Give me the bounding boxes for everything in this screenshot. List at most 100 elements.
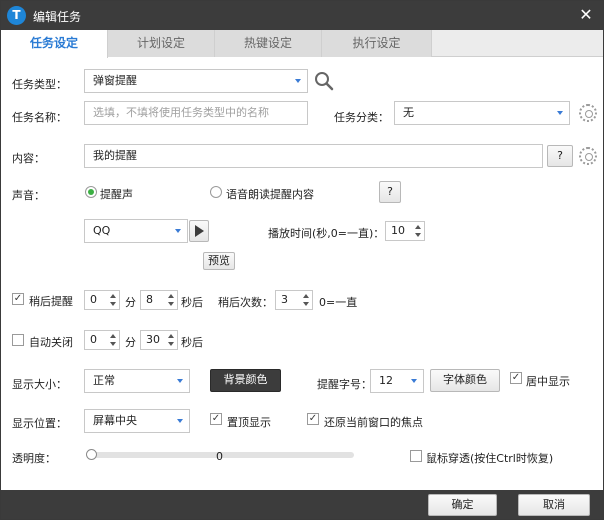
chevron-down-icon xyxy=(177,379,183,383)
snooze-minutes-spinner[interactable]: 0 xyxy=(84,290,120,310)
snooze-count-value: 3 xyxy=(281,293,288,306)
auto-close-minutes-spinner[interactable]: 0 xyxy=(84,330,120,350)
play-icon xyxy=(195,225,204,237)
display-position-select[interactable]: 屏幕中央 xyxy=(84,409,190,433)
spin-up-icon[interactable] xyxy=(168,294,174,298)
center-display-checkbox[interactable]: ✓ xyxy=(510,372,522,384)
mouse-passthrough-label: 鼠标穿透(按住Ctrl时恢复) xyxy=(426,452,554,465)
font-size-select[interactable]: 12 xyxy=(370,369,424,393)
search-icon[interactable] xyxy=(313,70,335,92)
chevron-down-icon xyxy=(175,229,181,233)
content-settings-gear-icon[interactable] xyxy=(579,147,597,165)
content-help-button[interactable]: ? xyxy=(547,145,573,167)
sound-tone-value: QQ xyxy=(93,224,111,237)
spin-down-icon[interactable] xyxy=(168,302,174,306)
tab-task-settings[interactable]: 任务设定 xyxy=(1,30,108,58)
spin-up-icon[interactable] xyxy=(110,334,116,338)
content-label: 内容： xyxy=(12,152,45,165)
snooze-checkbox[interactable]: ✓ xyxy=(12,293,24,305)
cancel-button[interactable]: 取消 xyxy=(518,494,590,516)
display-size-select[interactable]: 正常 xyxy=(84,369,190,393)
always-on-top-checkbox[interactable]: ✓ xyxy=(210,413,222,425)
ok-button[interactable]: 确定 xyxy=(428,494,497,516)
spin-down-icon[interactable] xyxy=(415,233,421,237)
tab-hotkey-settings[interactable]: 热键设定 xyxy=(215,30,322,57)
spin-up-icon[interactable] xyxy=(415,225,421,229)
auto-close-seconds-unit: 秒后 xyxy=(181,336,203,349)
sound-label: 声音： xyxy=(12,189,45,202)
restore-focus-checkbox[interactable]: ✓ xyxy=(307,413,319,425)
dialog-footer: 确定 取消 xyxy=(1,490,603,519)
tab-execution-settings[interactable]: 执行设定 xyxy=(322,30,432,57)
always-on-top-label: 置顶显示 xyxy=(227,416,271,429)
snooze-minutes-value: 0 xyxy=(90,293,97,306)
play-duration-value: 10 xyxy=(391,224,405,237)
snooze-minutes-unit: 分 xyxy=(125,296,136,309)
display-size-value: 正常 xyxy=(93,374,115,387)
font-size-value: 12 xyxy=(379,374,393,387)
task-category-select[interactable]: 无 xyxy=(394,101,570,125)
title-bar: T 编辑任务 ✕ xyxy=(1,1,603,30)
play-duration-label: 播放时间(秒,0=一直)： xyxy=(268,227,385,240)
category-settings-gear-icon[interactable] xyxy=(579,104,597,122)
opacity-value: 0 xyxy=(216,450,223,463)
sound-tone-label: 提醒声 xyxy=(100,188,133,201)
snooze-label: 稍后提醒 xyxy=(29,295,73,308)
task-category-label: 任务分类： xyxy=(334,111,389,124)
spin-down-icon[interactable] xyxy=(110,342,116,346)
auto-close-minutes-unit: 分 xyxy=(125,336,136,349)
spin-down-icon[interactable] xyxy=(110,302,116,306)
sound-tts-radio[interactable] xyxy=(210,186,222,198)
tab-bar: 任务设定 计划设定 热键设定 执行设定 xyxy=(1,30,603,58)
snooze-seconds-spinner[interactable]: 8 xyxy=(140,290,178,310)
edit-task-dialog: T 编辑任务 ✕ 任务设定 计划设定 热键设定 执行设定 任务类型： 弹窗提醒 … xyxy=(0,0,604,520)
opacity-slider-thumb[interactable] xyxy=(86,449,97,460)
task-category-value: 无 xyxy=(403,106,414,119)
sound-tone-radio[interactable] xyxy=(85,186,97,198)
task-name-label: 任务名称： xyxy=(12,111,67,124)
task-type-select[interactable]: 弹窗提醒 xyxy=(84,69,308,93)
preview-button[interactable]: 预览 xyxy=(203,252,235,270)
content-input[interactable]: 我的提醒 xyxy=(84,144,543,168)
sound-tone-select[interactable]: QQ xyxy=(84,219,188,243)
auto-close-seconds-spinner[interactable]: 30 xyxy=(140,330,178,350)
auto-close-checkbox[interactable] xyxy=(12,334,24,346)
task-type-label: 任务类型： xyxy=(12,78,67,91)
font-size-label: 提醒字号： xyxy=(317,378,372,391)
tab-schedule-settings[interactable]: 计划设定 xyxy=(108,30,215,57)
snooze-count-label: 稍后次数： xyxy=(218,296,273,309)
restore-focus-label: 还原当前窗口的焦点 xyxy=(324,416,423,429)
task-name-input[interactable]: 选填，不填将使用任务类型中的名称 xyxy=(84,101,308,125)
opacity-slider-track[interactable] xyxy=(92,452,354,458)
auto-close-label: 自动关闭 xyxy=(29,336,73,349)
chevron-down-icon xyxy=(557,111,563,115)
auto-close-minutes-value: 0 xyxy=(90,333,97,346)
opacity-label: 透明度： xyxy=(12,452,56,465)
display-position-label: 显示位置： xyxy=(12,417,67,430)
app-logo-icon: T xyxy=(7,6,26,25)
chevron-down-icon xyxy=(177,419,183,423)
chevron-down-icon xyxy=(411,379,417,383)
font-color-button[interactable]: 字体颜色 xyxy=(430,369,500,392)
auto-close-seconds-value: 30 xyxy=(146,333,160,346)
chevron-down-icon xyxy=(295,79,301,83)
spin-up-icon[interactable] xyxy=(303,294,309,298)
spin-down-icon[interactable] xyxy=(303,302,309,306)
background-color-button[interactable]: 背景颜色 xyxy=(210,369,281,392)
sound-tts-label: 语音朗读提醒内容 xyxy=(226,188,314,201)
spin-up-icon[interactable] xyxy=(110,294,116,298)
snooze-seconds-unit: 秒后 xyxy=(181,296,203,309)
task-type-value: 弹窗提醒 xyxy=(93,74,137,87)
spin-down-icon[interactable] xyxy=(168,342,174,346)
display-position-value: 屏幕中央 xyxy=(93,414,137,427)
play-duration-spinner[interactable]: 10 xyxy=(385,221,425,241)
display-size-label: 显示大小： xyxy=(12,378,67,391)
window-title: 编辑任务 xyxy=(33,10,82,24)
close-button[interactable]: ✕ xyxy=(577,5,595,25)
spin-up-icon[interactable] xyxy=(168,334,174,338)
play-sound-button[interactable] xyxy=(189,220,209,242)
snooze-count-spinner[interactable]: 3 xyxy=(275,290,313,310)
sound-help-button[interactable]: ? xyxy=(379,181,401,203)
mouse-passthrough-checkbox[interactable] xyxy=(410,450,422,462)
center-display-label: 居中显示 xyxy=(526,375,570,388)
